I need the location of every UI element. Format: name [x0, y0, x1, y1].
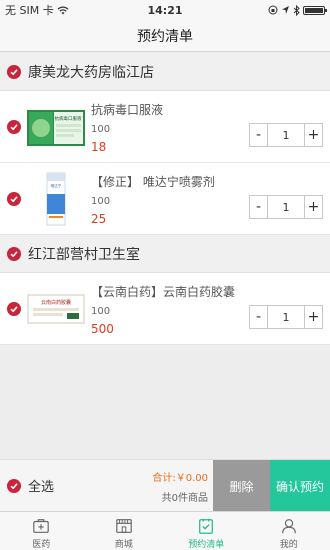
- svg-text:唯达宁: 唯达宁: [51, 183, 62, 188]
- tab-label: 预约清单: [188, 540, 225, 550]
- shop-icon: [115, 519, 132, 533]
- svg-text:云南白药胶囊: 云南白药胶囊: [41, 299, 71, 306]
- tab-medicine[interactable]: 医药: [0, 512, 83, 550]
- checkout-bar: 全选 合计:￥0.00 共0件商品 删除 确认预约: [0, 459, 330, 512]
- status-right: [268, 4, 327, 16]
- list-item: 抗病毒口服液 抗病毒口服液 100 18 - 1 +: [0, 91, 330, 163]
- check-icon[interactable]: [7, 119, 21, 134]
- increase-button[interactable]: +: [304, 196, 322, 218]
- nav-bar: 预约清单: [0, 20, 330, 52]
- tab-label: 医药: [32, 540, 51, 550]
- user-icon: [281, 519, 296, 534]
- appointment-list: 康美龙大药房临江店 抗病毒口服液 抗病毒口服液 100 18 - 1 + 唯达宁…: [0, 53, 330, 453]
- product-price: 25: [91, 212, 107, 226]
- tab-appointment-list[interactable]: 预约清单: [165, 512, 248, 550]
- quantity-stepper: - 1 +: [249, 195, 323, 219]
- check-icon[interactable]: [7, 191, 21, 206]
- tab-shop[interactable]: 商城: [83, 512, 166, 550]
- page-title: 预约清单: [137, 28, 193, 45]
- decrease-button[interactable]: -: [250, 196, 268, 218]
- quantity-value[interactable]: 1: [268, 196, 304, 218]
- store-name: 红江部营村卫生室: [28, 246, 140, 263]
- orientation-lock-icon: [268, 5, 278, 15]
- check-icon[interactable]: [7, 301, 21, 316]
- list-item: 云南白药胶囊 【云南白药】云南白药胶囊 100 500 - 1 +: [0, 273, 330, 345]
- check-icon[interactable]: [7, 246, 21, 261]
- store-name: 康美龙大药房临江店: [28, 64, 154, 81]
- tab-label: 商城: [114, 540, 133, 550]
- quantity-stepper: - 1 +: [249, 123, 323, 147]
- item-count: 共0件商品: [161, 493, 208, 504]
- decrease-button[interactable]: -: [250, 124, 268, 146]
- product-spec: 100: [91, 124, 111, 135]
- decrease-button[interactable]: -: [250, 306, 268, 328]
- location-icon: [282, 6, 289, 14]
- check-icon[interactable]: [7, 64, 21, 79]
- tab-profile[interactable]: 我的: [248, 512, 330, 550]
- increase-button[interactable]: +: [304, 124, 322, 146]
- carrier-label: 无 SIM 卡: [5, 4, 54, 17]
- list-item: 唯达宁 【修正】 唯达宁喷雾剂 100 25 - 1 +: [0, 163, 330, 235]
- product-image: 抗病毒口服液: [27, 98, 85, 156]
- store-header[interactable]: 康美龙大药房临江店: [0, 53, 330, 91]
- check-icon[interactable]: [7, 478, 21, 493]
- tab-bar: 医药 商城 预约清单 我的: [0, 511, 330, 550]
- delete-button[interactable]: 删除: [213, 460, 270, 512]
- battery-icon: [303, 5, 327, 15]
- tab-label: 我的: [279, 540, 298, 550]
- product-name: 抗病毒口服液: [91, 103, 164, 117]
- quantity-value[interactable]: 1: [268, 306, 304, 328]
- product-image: 云南白药胶囊: [27, 280, 85, 338]
- status-bar: 无 SIM 卡 14:21: [0, 0, 330, 20]
- total-amount: 合计:￥0.00: [152, 473, 208, 484]
- bluetooth-icon: [293, 4, 300, 16]
- product-image: 唯达宁: [27, 170, 85, 228]
- product-name: 【修正】 唯达宁喷雾剂: [91, 175, 215, 189]
- medicine-box-icon: [33, 519, 50, 533]
- quantity-value[interactable]: 1: [268, 124, 304, 146]
- product-price: 18: [91, 140, 107, 154]
- product-spec: 100: [91, 196, 111, 207]
- product-price: 500: [91, 322, 114, 336]
- svg-text:抗病毒口服液: 抗病毒口服液: [55, 115, 82, 122]
- appointment-list-icon: [199, 518, 214, 534]
- product-name: 【云南白药】云南白药胶囊: [91, 285, 236, 299]
- status-left: 无 SIM 卡: [5, 2, 69, 18]
- confirm-appointment-button[interactable]: 确认预约: [270, 460, 330, 512]
- quantity-stepper: - 1 +: [249, 305, 323, 329]
- totals: 合计:￥0.00 共0件商品: [152, 469, 208, 504]
- select-all-toggle[interactable]: 全选: [0, 460, 140, 511]
- store-header[interactable]: 红江部营村卫生室: [0, 235, 330, 273]
- select-all-label: 全选: [28, 480, 55, 495]
- product-spec: 100: [91, 306, 111, 317]
- increase-button[interactable]: +: [304, 306, 322, 328]
- wifi-icon: [57, 6, 69, 14]
